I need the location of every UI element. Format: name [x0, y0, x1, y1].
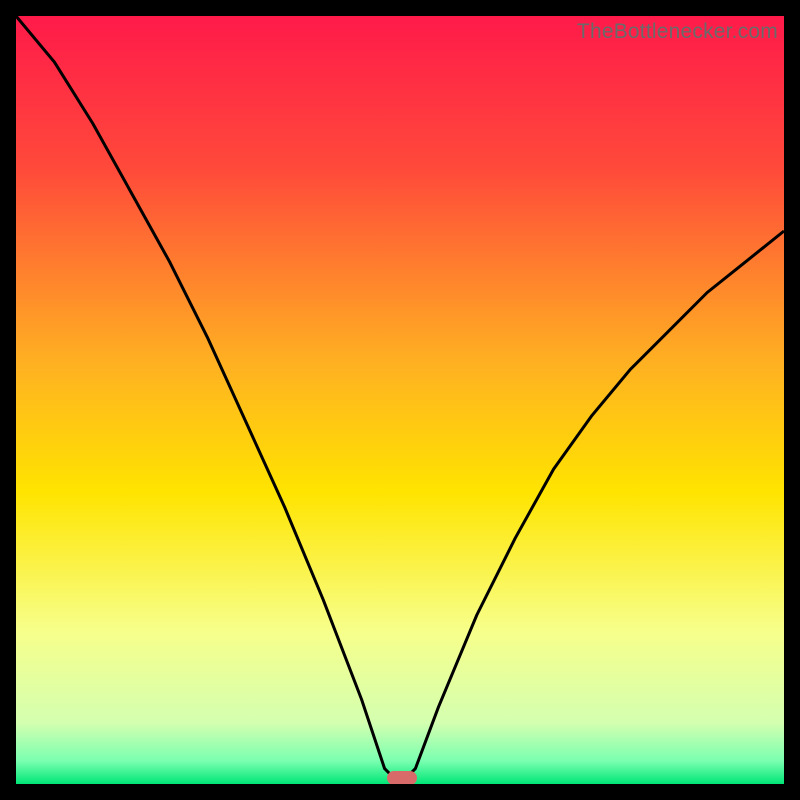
optimal-marker: [387, 771, 417, 784]
plot-area: [16, 16, 784, 784]
chart-svg: [16, 16, 784, 784]
watermark-text: TheBottlenecker.com: [577, 20, 778, 44]
chart-container: TheBottlenecker.com: [0, 0, 800, 800]
gradient-background: [16, 16, 784, 784]
